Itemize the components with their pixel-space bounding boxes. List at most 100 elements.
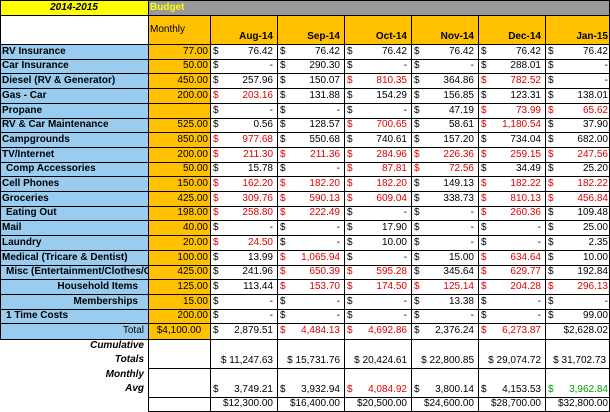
budget-amount[interactable]: 525.00 xyxy=(148,118,210,132)
value-cell[interactable]: $76.42 xyxy=(277,44,344,59)
value-cell[interactable]: $0.56 xyxy=(210,118,277,132)
value-cell[interactable]: $782.52 xyxy=(478,73,545,88)
value-cell[interactable]: $156.85 xyxy=(411,88,478,103)
value-cell[interactable]: $34.49 xyxy=(478,162,545,176)
value-cell[interactable]: $6,273.87 xyxy=(478,323,545,339)
cumulative-value[interactable]: $ 11,247.63 xyxy=(210,353,277,368)
value-cell[interactable]: $456.84 xyxy=(545,191,610,206)
month-header-cell[interactable]: Aug-14 xyxy=(210,15,277,44)
value-cell[interactable]: $76.42 xyxy=(344,44,411,59)
value-cell[interactable]: $ - xyxy=(277,162,344,176)
budget-amount[interactable]: 425.00 xyxy=(148,265,210,279)
value-cell[interactable]: $309.76 xyxy=(210,191,277,206)
value-cell[interactable]: $ - xyxy=(210,294,277,309)
value-cell[interactable]: $15.78 xyxy=(210,162,277,176)
value-cell[interactable]: $ - xyxy=(210,309,277,323)
value-cell[interactable]: $ - xyxy=(344,206,411,220)
budget-cumulative-value[interactable]: $20,500.00 xyxy=(344,397,411,411)
category-label[interactable]: 1 Time Costs xyxy=(0,309,148,323)
budget-cumulative-value[interactable]: $16,400.00 xyxy=(277,397,344,411)
value-cell[interactable]: $76.42 xyxy=(411,44,478,59)
value-cell[interactable]: $37.90 xyxy=(545,118,610,132)
value-cell[interactable]: $65.62 xyxy=(545,103,610,118)
value-cell[interactable]: $222.49 xyxy=(277,206,344,220)
value-cell[interactable]: $109.48 xyxy=(545,206,610,220)
value-cell[interactable]: $ - xyxy=(210,59,277,73)
value-cell[interactable]: $73.99 xyxy=(478,103,545,118)
category-label[interactable]: Gas - Car xyxy=(0,88,148,103)
cumulative-value[interactable]: $ 29,074.72 xyxy=(478,353,545,368)
value-cell[interactable]: $ - xyxy=(478,294,545,309)
value-cell[interactable]: $192.84 xyxy=(545,265,610,279)
value-cell[interactable]: $72.56 xyxy=(411,162,478,176)
value-cell[interactable]: $157.20 xyxy=(411,132,478,147)
monthly-avg-label[interactable]: Monthly Avg xyxy=(0,368,148,397)
month-header-cell[interactable]: Oct-14 xyxy=(344,15,411,44)
value-cell[interactable]: $ - xyxy=(277,220,344,235)
monthly-avg-value[interactable]: $4,153.53 xyxy=(478,382,545,397)
budget-amount[interactable] xyxy=(148,103,210,118)
value-cell[interactable]: $150.07 xyxy=(277,73,344,88)
category-label[interactable]: Campgrounds xyxy=(0,132,148,147)
value-cell[interactable]: $ - xyxy=(411,220,478,235)
value-cell[interactable]: $25.20 xyxy=(545,162,610,176)
value-cell[interactable]: $284.96 xyxy=(344,147,411,162)
value-cell[interactable]: $76.42 xyxy=(210,44,277,59)
budget-amount[interactable]: 50.00 xyxy=(148,162,210,176)
value-cell[interactable]: $338.73 xyxy=(411,191,478,206)
value-cell[interactable]: $ - xyxy=(277,309,344,323)
budget-amount[interactable]: 200.00 xyxy=(148,309,210,323)
value-cell[interactable]: $700.65 xyxy=(344,118,411,132)
value-cell[interactable]: $ - xyxy=(545,59,610,73)
value-cell[interactable]: $609.04 xyxy=(344,191,411,206)
value-cell[interactable]: $4,692.86 xyxy=(344,323,411,339)
value-cell[interactable]: $ - xyxy=(344,294,411,309)
category-label[interactable]: Household Items xyxy=(0,279,148,294)
value-cell[interactable]: $123.31 xyxy=(478,88,545,103)
month-header-cell[interactable]: Sep-14 xyxy=(277,15,344,44)
value-cell[interactable]: $682.00 xyxy=(545,132,610,147)
category-label[interactable]: RV & Car Maintenance xyxy=(0,118,148,132)
value-cell[interactable]: $4,484.13 xyxy=(277,323,344,339)
value-cell[interactable]: $595.28 xyxy=(344,265,411,279)
value-cell[interactable]: $182.20 xyxy=(344,176,411,191)
value-cell[interactable]: $ - xyxy=(478,309,545,323)
value-cell[interactable]: $182.22 xyxy=(478,176,545,191)
value-cell[interactable]: $211.30 xyxy=(210,147,277,162)
budget-amount[interactable]: 425.00 xyxy=(148,191,210,206)
value-cell[interactable]: $125.14 xyxy=(411,279,478,294)
category-label[interactable]: RV Insurance xyxy=(0,44,148,59)
budget-amount[interactable]: 200.00 xyxy=(148,88,210,103)
value-cell[interactable]: $2,376.24 xyxy=(411,323,478,339)
monthly-avg-value[interactable]: $3,749.21 xyxy=(210,382,277,397)
value-cell[interactable]: $113.44 xyxy=(210,279,277,294)
value-cell[interactable]: $ - xyxy=(545,294,610,309)
value-cell[interactable]: $977.68 xyxy=(210,132,277,147)
category-label[interactable]: Medical (Tricare & Dentist) xyxy=(0,250,148,265)
value-cell[interactable]: $ - xyxy=(411,206,478,220)
value-cell[interactable]: $203.16 xyxy=(210,88,277,103)
value-cell[interactable]: $76.42 xyxy=(478,44,545,59)
value-cell[interactable]: $13.99 xyxy=(210,250,277,265)
value-cell[interactable]: $2,628.02 xyxy=(545,323,610,339)
value-cell[interactable]: $182.20 xyxy=(277,176,344,191)
value-cell[interactable]: $810.13 xyxy=(478,191,545,206)
value-cell[interactable]: $ - xyxy=(277,294,344,309)
value-cell[interactable]: $650.39 xyxy=(277,265,344,279)
value-cell[interactable]: $ - xyxy=(277,103,344,118)
value-cell[interactable]: $25.00 xyxy=(545,220,610,235)
cumulative-value[interactable]: $ 22,800.85 xyxy=(411,353,478,368)
budget-cumulative-value[interactable]: $24,600.00 xyxy=(411,397,478,411)
month-header-cell[interactable]: Dec-14 xyxy=(478,15,545,44)
value-cell[interactable]: $2.35 xyxy=(545,235,610,250)
cumulative-label[interactable]: Cumulative Totals xyxy=(0,339,148,368)
value-cell[interactable]: $87.81 xyxy=(344,162,411,176)
value-cell[interactable]: $ - xyxy=(478,235,545,250)
value-cell[interactable]: $15.00 xyxy=(411,250,478,265)
budget-amount[interactable]: 450.00 xyxy=(148,73,210,88)
value-cell[interactable]: $149.13 xyxy=(411,176,478,191)
value-cell[interactable]: $740.61 xyxy=(344,132,411,147)
value-cell[interactable]: $259.15 xyxy=(478,147,545,162)
value-cell[interactable]: $260.36 xyxy=(478,206,545,220)
budget-amount[interactable]: 50.00 xyxy=(148,59,210,73)
